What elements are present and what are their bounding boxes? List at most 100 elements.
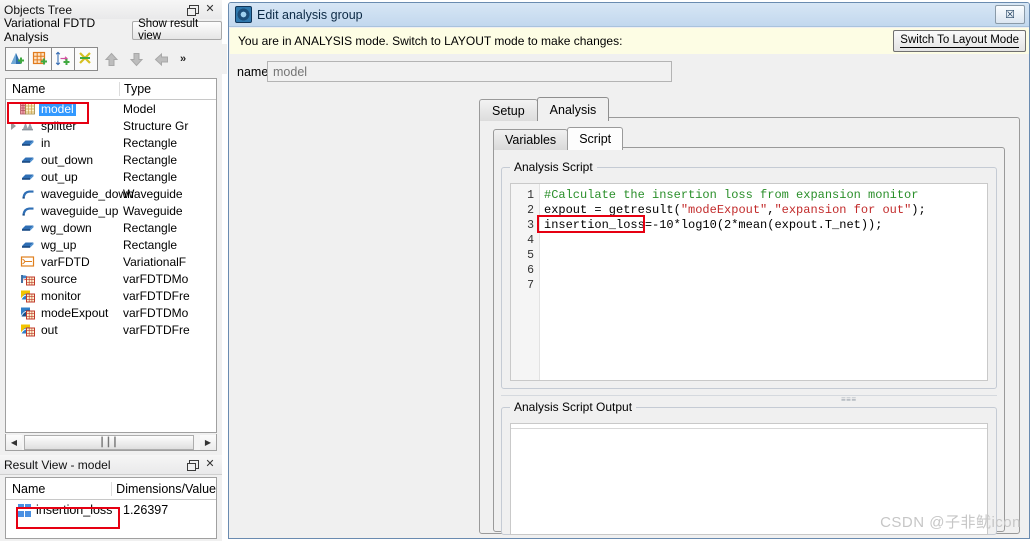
editor-gutter: 1 2 3 4 5 6 7 [511,184,540,380]
analysis-label: Variational FDTD Analysis [0,16,129,44]
tree-item-label: wg_up [39,238,78,252]
tree-row-splitter[interactable]: splitter Structure Gr [6,117,216,134]
varfdtd-icon [20,254,36,269]
editor-code-area[interactable]: #Calculate the insertion loss from expan… [541,184,987,380]
line-number: 7 [511,278,539,293]
tree-item-label: monitor [39,289,83,303]
left-dock: Objects Tree ✕ Variational FDTD Analysis… [0,0,222,541]
result-item-value: 1.26397 [119,503,216,517]
expander-icon[interactable] [6,122,20,130]
tree-item-label: splitter [39,119,78,133]
analysis-mode-banner: You are in ANALYSIS mode. Switch to LAYO… [230,28,1030,54]
tree-row-in[interactable]: in Rectangle [6,134,216,151]
scrollbar-thumb[interactable]: ┃┃┃ [24,435,194,450]
splitter-line [501,395,997,396]
tree-row-waveguide_up[interactable]: waveguide_up Waveguide [6,202,216,219]
tree-row-wg_up[interactable]: wg_up Rectangle [6,236,216,253]
tree-item-type: Model [119,102,216,116]
close-icon[interactable]: ✕ [204,459,216,471]
code-line-5 [544,248,987,263]
tree-item-label: source [39,272,79,286]
tree-row-modeExpout[interactable]: modeExpout varFDTDMo [6,304,216,321]
tree-column-type: Type [119,82,216,96]
undock-icon[interactable] [186,4,198,16]
tree-row-source[interactable]: source varFDTDMo [6,270,216,287]
tree-item-type: Rectangle [119,153,216,167]
result-column-value: Dimensions/Value [111,482,216,496]
code-line-7 [544,278,987,293]
dialog-title: Edit analysis group [257,8,363,22]
tree-row-waveguide_down[interactable]: waveguide_down Waveguide [6,185,216,202]
dataset-icon [18,504,31,517]
name-label: name [237,65,267,79]
toolbar-overflow-icon[interactable]: » [180,53,186,65]
tree-item-label: in [39,136,52,150]
name-input[interactable] [267,61,672,82]
tab-variables[interactable]: Variables [493,129,568,150]
tree-row-varFDTD[interactable]: varFDTD VariationalF [6,253,216,270]
result-view-title-bar: Result View - model ✕ [0,455,222,475]
tree-row-wg_down[interactable]: wg_down Rectangle [6,219,216,236]
inner-tab-strip: Variables Script [493,127,622,150]
tree-item-type: Rectangle [119,238,216,252]
result-view-header-row: Name Dimensions/Value [6,478,216,500]
add-mesh-icon[interactable] [28,47,52,71]
result-row-insertion-loss[interactable]: insertion_loss 1.26397 [6,500,216,520]
analysis-subbar: Variational FDTD Analysis Show result vi… [0,19,222,41]
switch-to-layout-mode-button[interactable]: Switch To Layout Mode [893,30,1026,52]
outer-tab-strip: Setup Analysis [479,97,608,121]
move-up-icon[interactable] [100,48,122,70]
tab-analysis[interactable]: Analysis [537,97,610,121]
objects-tree-list[interactable]: Name Type model [5,78,217,433]
code-string: "expansion for out" [774,203,911,217]
line-number: 5 [511,248,539,263]
objects-tree-title: Objects Tree [0,3,72,17]
scrollbar-track[interactable]: ┃┃┃ [22,435,200,450]
code-line-2: expout = getresult("modeExpout","expansi… [544,203,987,218]
tree-row-out[interactable]: out varFDTDFre [6,321,216,338]
close-icon[interactable]: ✕ [204,4,216,16]
group-icon [20,118,36,133]
tree-item-type: varFDTDMo [119,306,216,320]
tree-item-label: waveguide_up [39,204,120,218]
tree-item-type: Structure Gr [119,119,216,133]
add-structure-icon[interactable] [5,47,29,71]
mode-expansion-icon [20,305,36,320]
code-line-1: #Calculate the insertion loss from expan… [544,188,987,203]
line-number: 3 [511,218,539,233]
scroll-left-icon[interactable]: ◀ [6,435,22,450]
watermark: CSDN @子非鱿icon [880,511,1021,532]
line-number: 6 [511,263,539,278]
switch-to-layout-mode-label: Switch To Layout Mode [900,34,1019,47]
undock-icon[interactable] [186,459,198,471]
splitter-handle[interactable]: ≡≡≡ [841,395,857,404]
tree-header-row: Name Type [6,79,216,100]
tree-item-type: varFDTDFre [119,323,216,337]
move-left-icon[interactable] [150,48,172,70]
tree-row-out_down[interactable]: out_down Rectangle [6,151,216,168]
rectangle-icon [20,220,36,235]
show-result-view-button[interactable]: Show result view [132,21,222,40]
app-icon [235,6,252,23]
scroll-right-icon[interactable]: ▶ [200,435,216,450]
dialog-title-bar[interactable]: Edit analysis group ☒ [229,3,1029,27]
tree-row-model[interactable]: model Model [6,100,216,117]
analysis-script-editor[interactable]: 1 2 3 4 5 6 7 #Calculate the insertion l… [510,183,988,381]
tree-item-label: out [39,323,60,337]
line-number: 2 [511,203,539,218]
tree-row-monitor[interactable]: monitor varFDTDFre [6,287,216,304]
add-analysis-icon[interactable] [74,47,98,71]
move-down-icon[interactable] [125,48,147,70]
waveguide-icon [20,203,36,218]
result-item-label: insertion_loss [36,503,112,517]
tree-horizontal-scrollbar[interactable]: ◀ ┃┃┃ ▶ [5,434,217,451]
tab-script[interactable]: Script [567,127,623,150]
analysis-mode-message: You are in ANALYSIS mode. Switch to LAYO… [238,34,622,48]
tree-row-out_up[interactable]: out_up Rectangle [6,168,216,185]
tab-setup[interactable]: Setup [479,99,538,121]
tree-item-type: Waveguide [119,187,216,201]
result-view-table[interactable]: Name Dimensions/Value insertion_loss 1.2… [5,477,217,539]
close-button[interactable]: ☒ [995,5,1025,24]
rectangle-icon [20,169,36,184]
add-monitor-icon[interactable] [51,47,75,71]
